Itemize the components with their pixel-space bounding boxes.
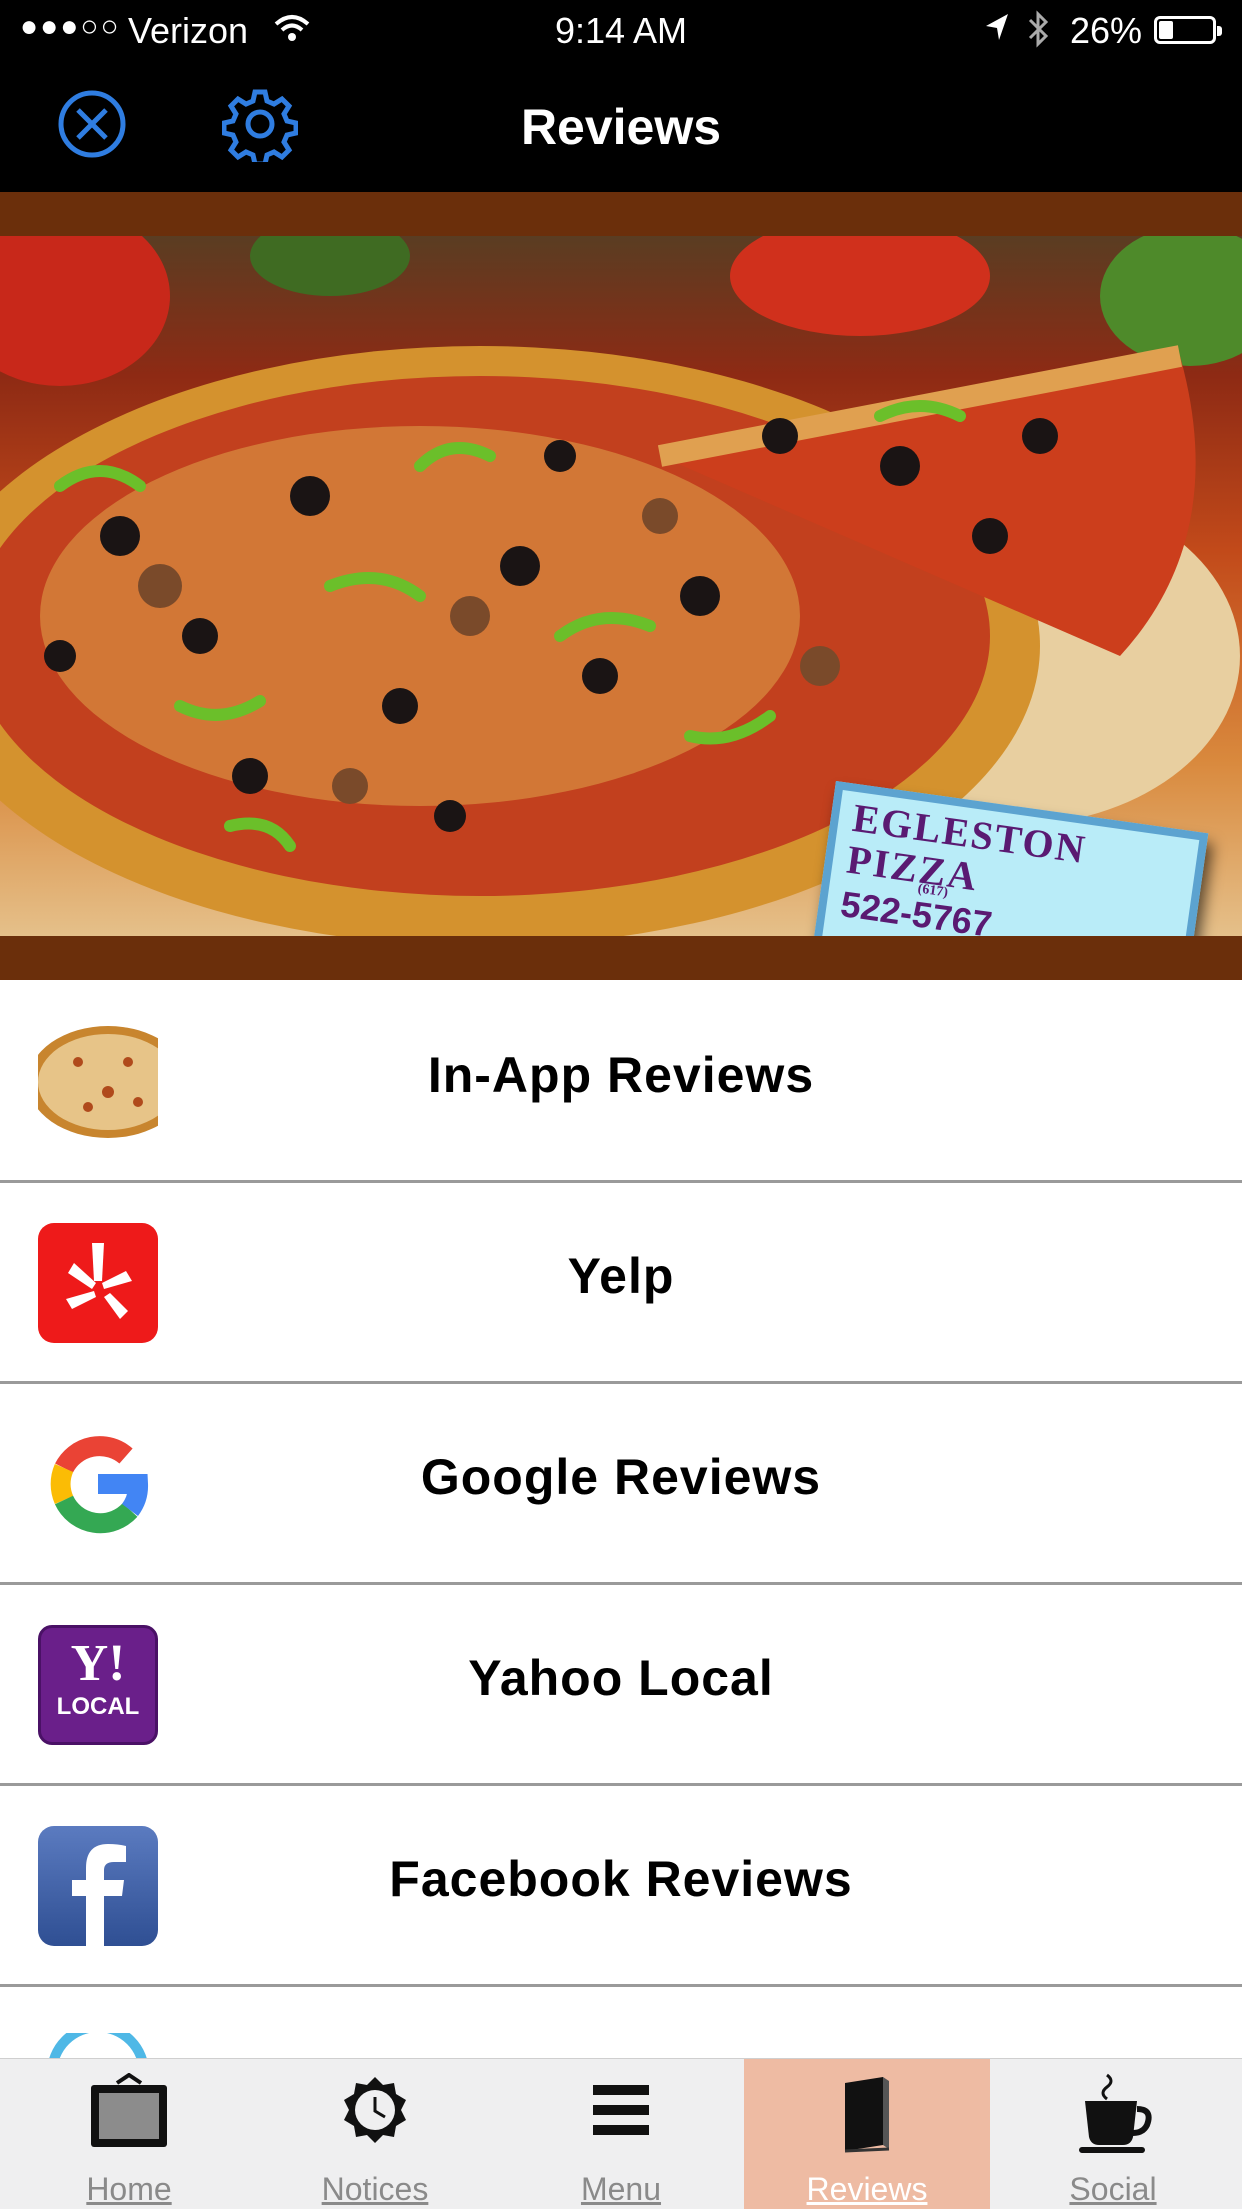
battery-icon [1154, 16, 1222, 44]
clock-time: 9:14 AM [554, 10, 688, 51]
tab-label: Home [86, 2171, 172, 2207]
review-row-facebook[interactable]: Facebook Reviews [0, 1786, 1242, 1987]
review-label: In-App Reviews [427, 1047, 815, 1103]
tab-social[interactable]: Social [990, 2059, 1236, 2209]
review-label: Yelp [567, 1248, 675, 1304]
bluetooth-icon [1024, 8, 1052, 59]
review-row-yelp[interactable]: Yelp [0, 1183, 1242, 1384]
battery-percent: 26% [1070, 10, 1143, 51]
pizza-photo: EGLESTON PIZZA (617) 522-5767 [0, 236, 1242, 936]
review-row-google[interactable]: Google Reviews [0, 1384, 1242, 1585]
review-row-in-app[interactable]: In-App Reviews [0, 982, 1242, 1183]
tab-label: Menu [580, 2171, 662, 2207]
tab-label: Notices [321, 2171, 429, 2207]
tab-label: Social [1069, 2171, 1157, 2207]
tab-reviews[interactable]: Reviews [744, 2059, 990, 2209]
tab-label: Reviews [806, 2171, 928, 2207]
tab-bar: Home Notices Menu Reviews Social [0, 2058, 1242, 2209]
coffee-cup-icon [1063, 2073, 1163, 2163]
review-label: Yahoo Local [468, 1650, 774, 1706]
page-title: Reviews [520, 99, 722, 155]
menu-icon [571, 2073, 671, 2163]
navigation-bar: Reviews [0, 62, 1242, 192]
hero-banner: EGLESTON PIZZA (617) 522-5767 [0, 192, 1242, 980]
review-label: Google Reviews [420, 1449, 822, 1505]
tv-icon [79, 2072, 179, 2163]
book-icon [817, 2073, 917, 2163]
review-row-yahoo[interactable]: Y! LOCAL Yahoo Local [0, 1585, 1242, 1786]
tab-notices[interactable]: Notices [252, 2059, 498, 2209]
tab-home[interactable]: Home [6, 2059, 252, 2209]
review-label: Facebook Reviews [389, 1851, 853, 1907]
status-bar: ●●●○○ Verizon 9:14 AM 26% [0, 0, 1242, 62]
clock-badge-icon [325, 2073, 425, 2163]
location-arrow-icon [982, 10, 1012, 55]
tab-menu[interactable]: Menu [498, 2059, 744, 2209]
